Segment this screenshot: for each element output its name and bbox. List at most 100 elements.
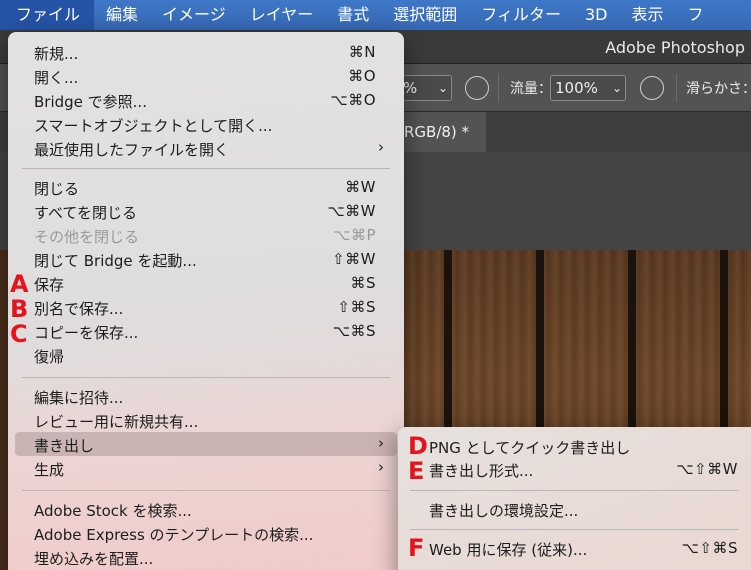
menu-view[interactable]: 表示 [619,0,675,30]
menu-item-search-adobe-stock[interactable]: Adobe Stock を検索... [8,497,404,521]
annotation-label-b: B [10,295,29,323]
menu-item-label: PNG としてクイック書き出し [429,439,631,457]
menu-bar: ファイル 編集 イメージ レイヤー 書式 選択範囲 フィルター 3D 表示 フ [0,0,751,30]
menu-item-shortcut: ⌘N [348,43,376,61]
menu-separator [22,377,390,378]
menu-item-save-as[interactable]: 別名で保存... ⇧⌘S [8,295,404,319]
chevron-down-icon[interactable]: ⌄ [612,76,622,100]
menu-item-open[interactable]: 開く... ⌘O [8,64,404,88]
menu-item-shortcut: ⌘O [348,67,376,85]
menu-item-label: 書き出し [34,437,95,455]
airbrush-icon[interactable] [640,76,664,100]
menu-item-label: Bridge で参照... [34,93,147,111]
menu-item-shortcut: ⌥⌘O [330,91,376,109]
menu-item-label: 保存 [34,276,65,294]
menu-item-label: Adobe Express のテンプレートの検索... [34,526,314,544]
menu-separator [410,529,739,530]
menu-select[interactable]: 選択範囲 [381,0,469,30]
menu-item-label: 開く... [34,69,79,87]
menu-item-quick-export-png[interactable]: PNG としてクイック書き出し [398,434,751,458]
app-title: Adobe Photoshop [605,38,745,57]
menu-item-browse-bridge[interactable]: Bridge で参照... ⌥⌘O [8,88,404,112]
menu-item-label: 閉じて Bridge を起動... [34,252,197,270]
menu-item-export-preferences[interactable]: 書き出しの環境設定... [398,497,751,521]
menu-item-place-embedded[interactable]: 埋め込みを配置... [8,545,404,569]
menu-layer[interactable]: レイヤー [238,0,326,30]
menu-item-open-smart-object[interactable]: スマートオブジェクトとして開く... [8,112,404,136]
menu-item-label: 新規... [34,45,79,63]
menu-item-search-express-templates[interactable]: Adobe Express のテンプレートの検索... [8,521,404,545]
menu-item-shortcut: ⌥⌘P [333,226,376,244]
menu-item-label: Adobe Stock を検索... [34,502,192,520]
menu-separator [22,168,390,169]
menu-item-shortcut: ⇧⌘W [332,250,376,268]
menu-item-label: コピーを保存... [34,324,139,342]
menu-item-label: 埋め込みを配置... [34,550,154,568]
menu-item-label: レビュー用に新規共有... [34,413,199,431]
menu-item-export[interactable]: 書き出し › [15,432,397,456]
menu-item-shortcut: ⌘W [345,178,376,196]
chevron-down-icon[interactable]: ⌄ [438,76,448,100]
annotation-label-d: D [408,432,428,460]
menu-item-label: その他を閉じる [34,228,140,246]
divider [498,74,499,102]
menu-item-close-all[interactable]: すべてを閉じる ⌥⌘W [8,199,404,223]
menu-item-label: スマートオブジェクトとして開く... [34,117,273,135]
menu-image[interactable]: イメージ [150,0,238,30]
smoothing-label: 滑らかさ： [686,81,751,97]
menu-item-label: 別名で保存... [34,300,124,318]
flow-field[interactable]: 100% ⌄ [550,75,626,101]
menu-item-label: すべてを閉じる [34,204,138,222]
menu-edit[interactable]: 編集 [94,0,150,30]
chevron-right-icon: › [378,138,384,156]
menu-item-label: 編集に招待... [34,389,124,407]
menu-item-close-go-bridge[interactable]: 閉じて Bridge を起動... ⇧⌘W [8,247,404,271]
annotation-label-f: F [408,534,425,562]
menu-item-label: 書き出しの環境設定... [429,502,579,520]
flow-label: 流量： [510,81,552,97]
file-menu: 新規... ⌘N 開く... ⌘O Bridge で参照... ⌥⌘O スマート… [8,32,404,570]
annotation-label-a: A [10,270,29,298]
menu-item-label: 書き出し形式... [429,462,534,480]
menu-item-shortcut: ⌥⇧⌘W [676,460,738,478]
menu-item-label: 最近使用したファイルを開く [34,141,230,159]
menu-item-shortcut: ⇧⌘S [337,298,376,316]
menu-3d[interactable]: 3D [573,0,620,30]
menu-item-save[interactable]: 保存 ⌘S [8,271,404,295]
menu-item-new[interactable]: 新規... ⌘N [8,40,404,64]
menu-item-export-as[interactable]: 書き出し形式... ⌥⇧⌘W [398,457,751,481]
annotation-label-c: C [10,320,28,348]
menu-item-label: 生成 [34,461,65,479]
menu-item-shortcut: ⌘S [350,274,376,292]
menu-item-revert[interactable]: 復帰 [8,343,404,367]
menu-separator [22,490,390,491]
menu-plugins[interactable]: フ [675,0,715,30]
menu-item-label: 閉じる [34,180,80,198]
menu-item-generate[interactable]: 生成 › [8,456,404,480]
opacity-value: % [403,79,418,97]
menu-item-shortcut: ⌥⌘S [332,322,376,340]
menu-separator [410,490,739,491]
menu-filter[interactable]: フィルター [469,0,573,30]
menu-item-shortcut: ⌥⌘W [327,202,376,220]
chevron-right-icon: › [378,458,384,476]
divider [676,74,677,102]
export-submenu: PNG としてクイック書き出し 書き出し形式... ⌥⇧⌘W 書き出しの環境設定… [398,427,751,570]
menu-item-open-recent[interactable]: 最近使用したファイルを開く › [8,136,404,160]
menu-item-save-for-web[interactable]: Web 用に保存 (従来)... ⌥⇧⌘S [398,536,751,560]
menu-type[interactable]: 書式 [325,0,381,30]
menu-item-label: 復帰 [34,348,65,366]
chevron-right-icon: › [378,434,384,452]
flow-value: 100% [555,79,598,97]
menu-item-label: Web 用に保存 (従来)... [429,541,588,559]
menu-file[interactable]: ファイル [0,0,95,30]
menu-item-close-others: その他を閉じる ⌥⌘P [8,223,404,247]
menu-item-invite-edit[interactable]: 編集に招待... [8,384,404,408]
opacity-field[interactable]: % ⌄ [398,75,452,101]
pressure-opacity-icon[interactable] [465,76,489,100]
menu-item-save-copy[interactable]: コピーを保存... ⌥⌘S [8,319,404,343]
menu-item-share-review[interactable]: レビュー用に新規共有... [8,408,404,432]
annotation-label-e: E [408,457,425,485]
menu-item-shortcut: ⌥⇧⌘S [681,539,738,557]
menu-item-close[interactable]: 閉じる ⌘W [8,175,404,199]
